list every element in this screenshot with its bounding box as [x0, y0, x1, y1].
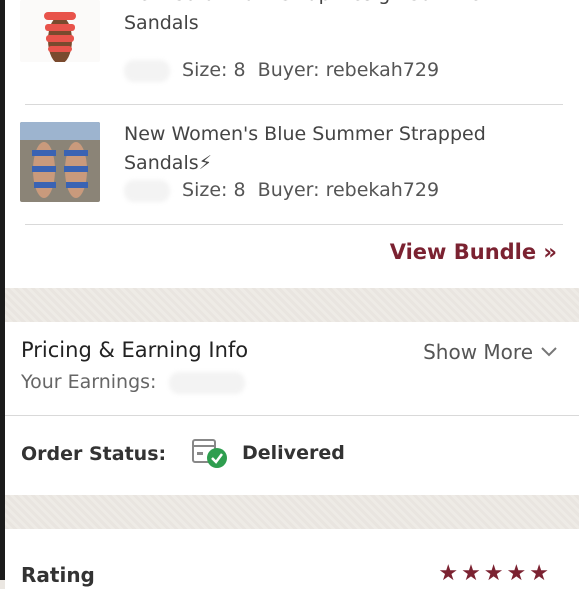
item-size: Size: 8 — [182, 59, 246, 81]
section-gap — [5, 288, 579, 322]
redacted-earnings — [168, 371, 245, 394]
bundle-items-card: New Coral Multi Strap Design Summer Sand… — [5, 0, 579, 288]
star-icon: ★ — [529, 561, 549, 586]
section-gap — [5, 495, 579, 529]
delivered-package-icon — [192, 439, 227, 468]
show-more-label: Show More — [423, 340, 533, 364]
earnings-label: Your Earnings: — [21, 371, 251, 394]
item-meta: Size: 8 Buyer: rebekah729 — [124, 179, 439, 202]
star-icon: ★ — [438, 561, 459, 586]
item-thumbnail[interactable] — [20, 0, 100, 62]
divider — [5, 415, 579, 416]
blue-sandal-image — [20, 122, 100, 202]
item-title[interactable]: New Coral Multi Strap Design Summer Sand… — [124, 0, 562, 38]
item-thumbnail[interactable] — [20, 122, 100, 202]
divider — [25, 224, 563, 225]
order-info-card: Pricing & Earning Info Show More Your Ea… — [5, 322, 579, 495]
star-icon: ★ — [506, 561, 527, 586]
item-buyer: Buyer: rebekah729 — [257, 59, 440, 81]
star-rating: ★ ★ ★ ★ ★ — [438, 561, 549, 586]
redacted-price — [124, 59, 170, 82]
star-icon: ★ — [461, 561, 481, 586]
pricing-section-title: Pricing & Earning Info — [21, 338, 249, 362]
list-item[interactable]: New Women's Blue Summer Strapped Sandals… — [20, 120, 562, 220]
item-title-line: New Coral Multi Strap Design Summer — [124, 0, 562, 9]
order-status-label: Order Status: — [21, 443, 167, 465]
rating-card: Rating ★ ★ ★ ★ ★ — [5, 529, 579, 589]
rating-title: Rating — [21, 563, 95, 587]
item-title[interactable]: New Women's Blue Summer Strapped Sandals… — [124, 120, 562, 178]
divider — [25, 104, 563, 105]
chevron-down-icon — [541, 347, 557, 357]
item-meta: Size: 8 Buyer: rebekah729 — [124, 59, 439, 82]
item-title-line: Sandals⚡ — [124, 152, 212, 174]
item-buyer: Buyer: rebekah729 — [257, 179, 440, 201]
redacted-price — [124, 179, 170, 202]
star-icon: ★ — [483, 561, 504, 586]
item-size: Size: 8 — [182, 179, 246, 201]
view-bundle-link[interactable]: View Bundle » — [390, 240, 557, 264]
coral-sandal-image — [20, 0, 100, 62]
earnings-label-text: Your Earnings: — [21, 371, 157, 393]
list-item[interactable]: New Coral Multi Strap Design Summer Sand… — [20, 0, 562, 82]
item-title-line: Sandals — [124, 12, 199, 34]
item-title-line: New Women's Blue Summer Strapped — [124, 123, 486, 145]
order-status-value: Delivered — [242, 442, 345, 464]
show-more-button[interactable]: Show More — [423, 340, 557, 364]
